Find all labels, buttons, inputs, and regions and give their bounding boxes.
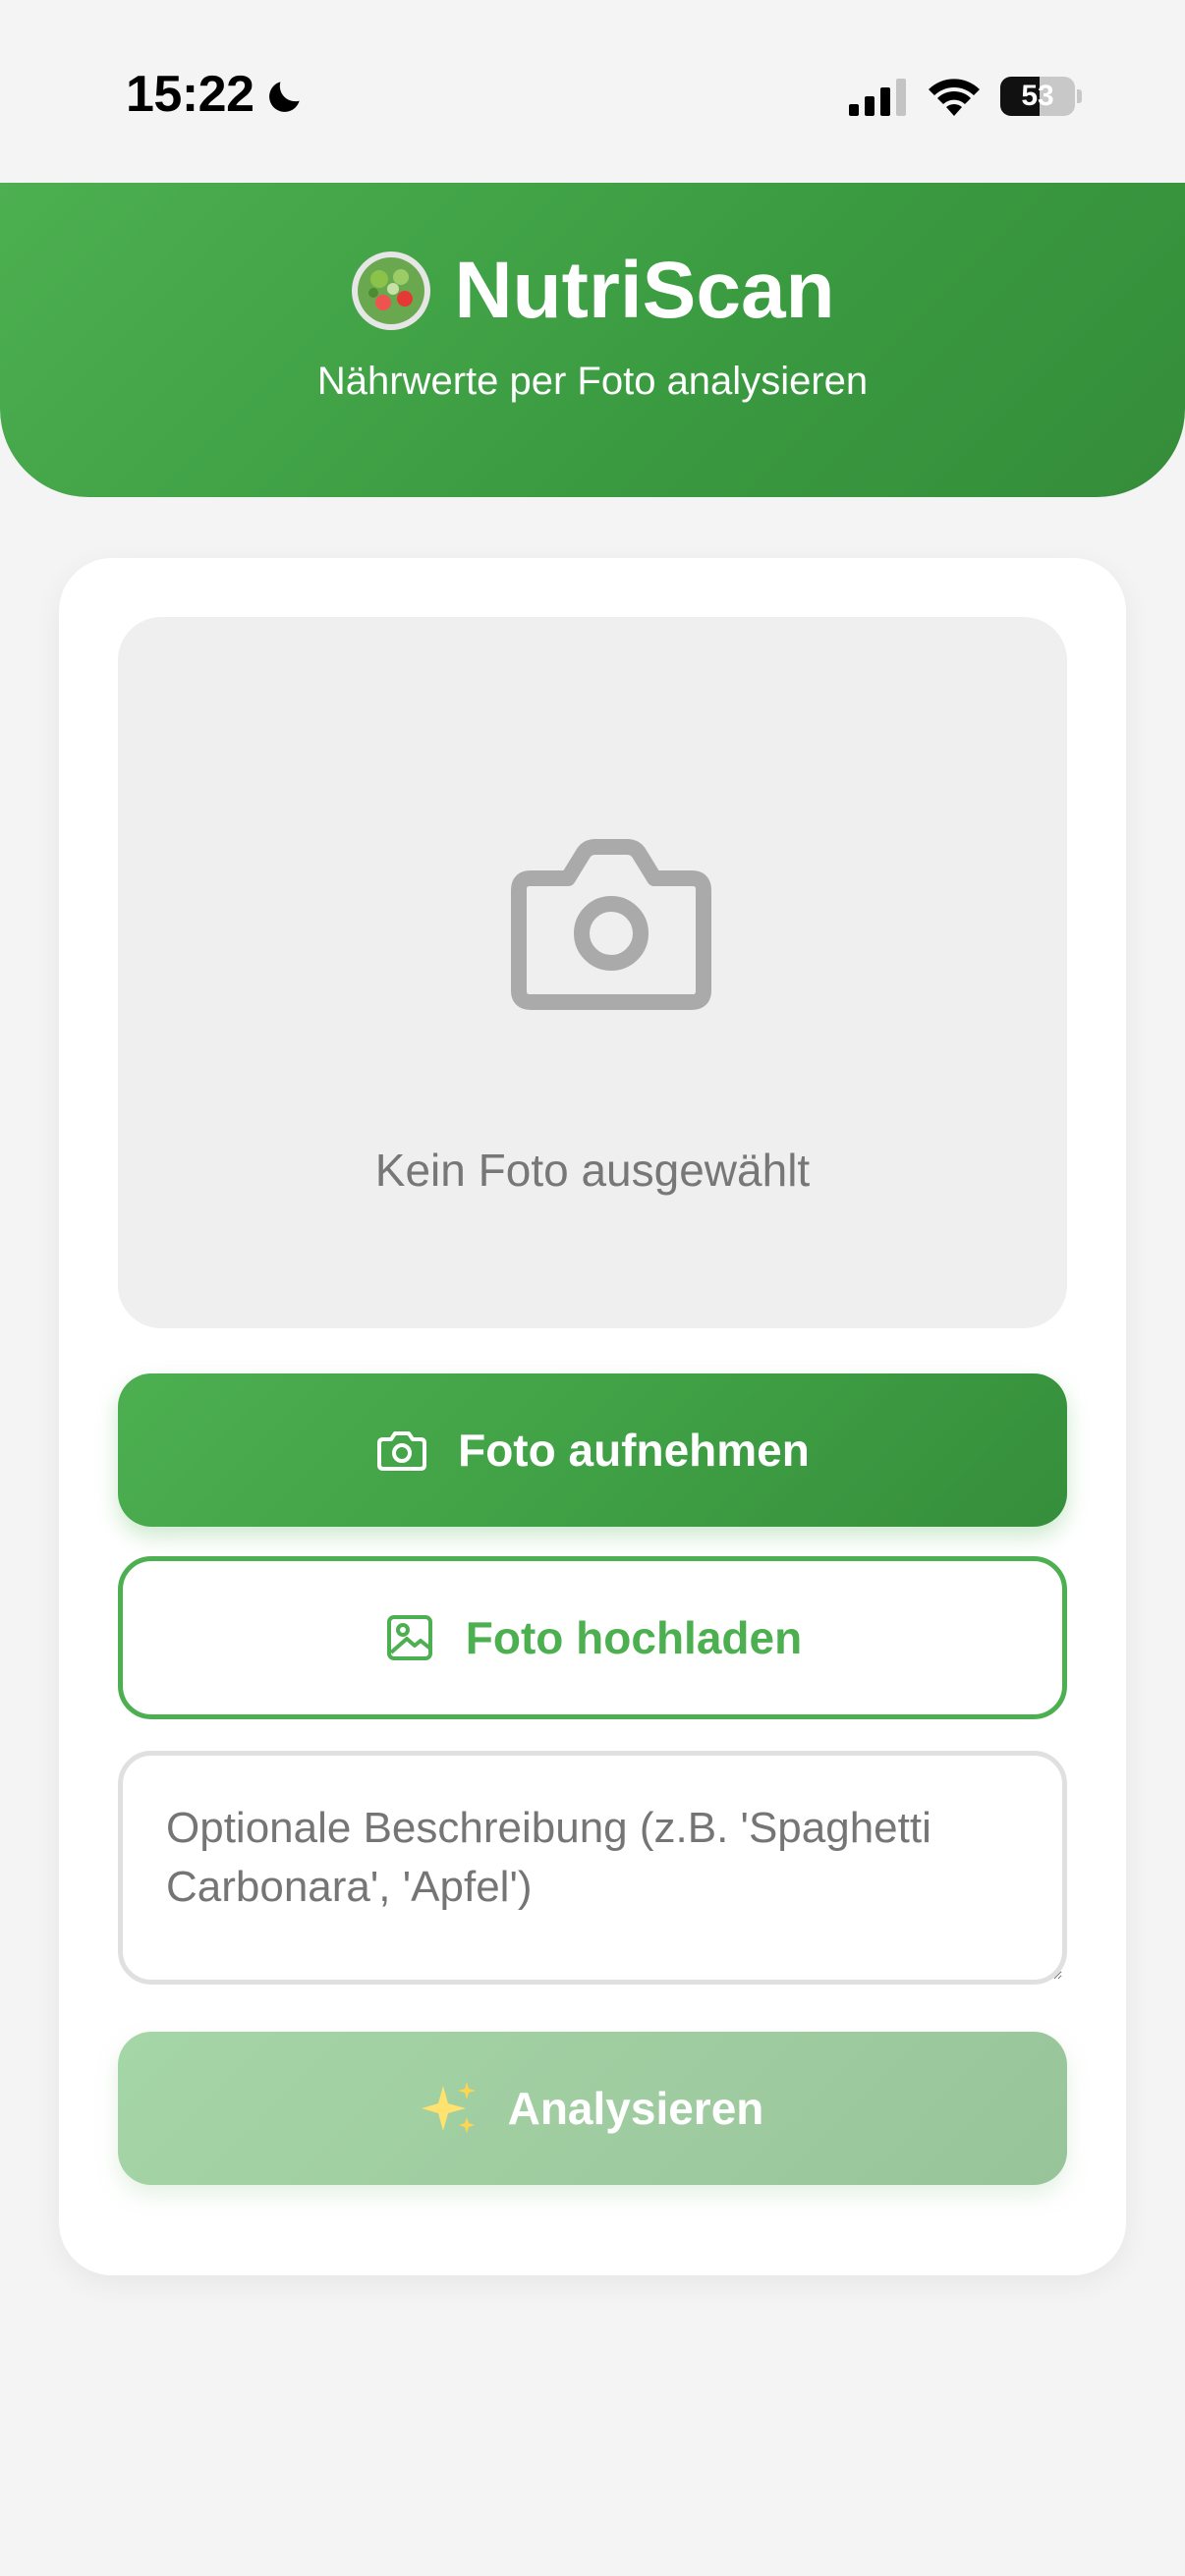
take-photo-button[interactable]: Foto aufnehmen [118,1373,1067,1527]
camera-icon [377,1431,427,1471]
upload-photo-label: Foto hochladen [465,1612,803,1663]
main-card: Kein Foto ausgewählt Foto aufnehmen Foto… [59,558,1126,2275]
upload-photo-button[interactable]: Foto hochladen [118,1556,1067,1719]
no-photo-label: Kein Foto ausgewählt [374,1145,811,1196]
app-subtitle: Nährwerte per Foto analysieren [316,360,869,403]
brand: NutriScan [0,244,1185,338]
status-time: 15:22 [126,66,254,123]
cellular-signal-icon [849,79,906,116]
image-icon [386,1615,432,1660]
wifi-icon [929,79,980,116]
analyze-button[interactable]: Analysieren [118,2032,1067,2185]
description-input[interactable] [118,1751,1067,1985]
salad-bowl-icon [352,252,431,330]
analyze-label: Analysieren [507,2083,764,2134]
camera-icon [511,839,711,1010]
sparkles-icon [421,2082,476,2133]
photo-preview[interactable]: Kein Foto ausgewählt [118,617,1067,1328]
moon-icon [269,82,300,112]
app-title: NutriScan [454,246,835,335]
battery-indicator: 53 [1000,77,1082,116]
status-bar: 15:22 53 [0,0,1185,183]
battery-percentage: 53 [1021,80,1054,112]
app-header: NutriScan Nährwerte per Foto analysieren [0,183,1185,497]
take-photo-label: Foto aufnehmen [458,1425,810,1476]
